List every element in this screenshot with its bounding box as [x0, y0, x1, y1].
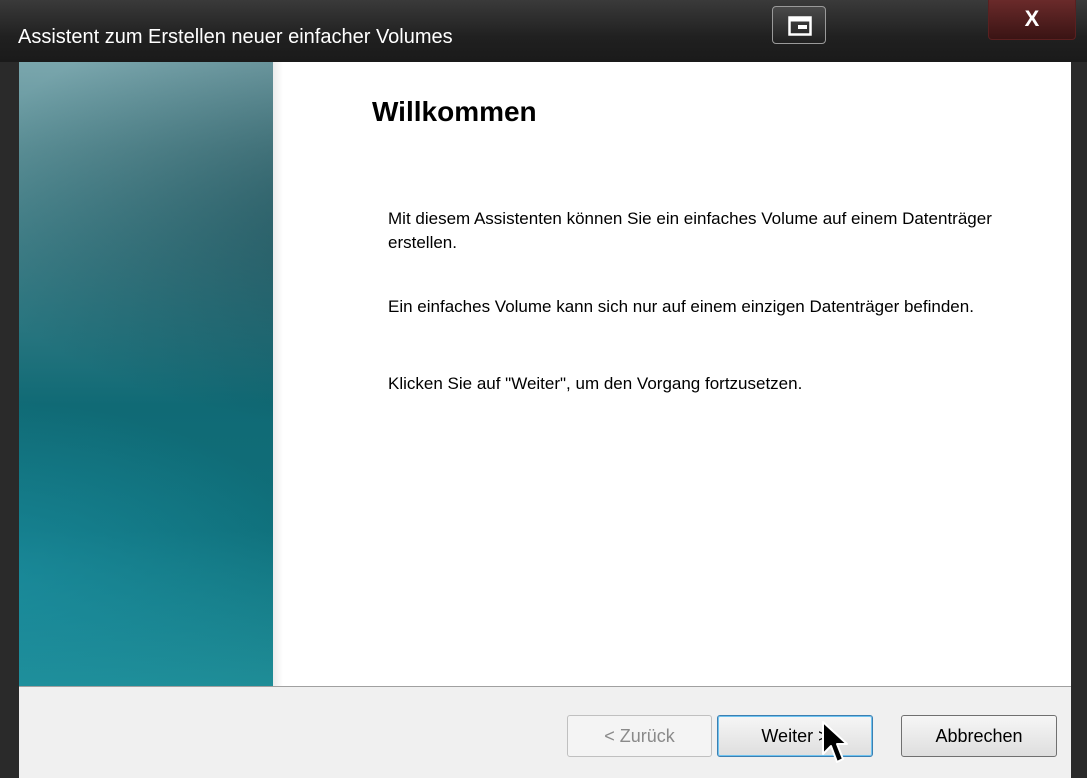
close-button[interactable]: X	[988, 0, 1076, 40]
continue-instruction: Klicken Sie auf "Weiter", um den Vorgang…	[388, 374, 803, 393]
mouse-pointer-icon	[822, 721, 848, 763]
wizard-content: Willkommen Mit diesem Assistenten können…	[19, 62, 1071, 778]
back-button[interactable]: < Zurück	[567, 715, 712, 757]
next-button[interactable]: Weiter >	[717, 715, 873, 757]
close-icon: X	[1024, 6, 1040, 31]
button-bar: < Zurück Weiter > Abbrechen	[19, 686, 1071, 778]
restore-button[interactable]	[772, 6, 826, 44]
page-title: Willkommen	[372, 96, 537, 127]
banner-divider	[273, 62, 283, 686]
volume-info-paragraph: Ein einfaches Volume kann sich nur auf e…	[388, 297, 974, 316]
intro-paragraph: Mit diesem Assistenten können Sie ein ei…	[388, 209, 992, 252]
title-bar[interactable]: Assistent zum Erstellen neuer einfacher …	[0, 0, 1087, 62]
restore-window-icon	[788, 16, 812, 36]
window-title: Assistent zum Erstellen neuer einfacher …	[18, 26, 453, 48]
wizard-side-banner	[19, 62, 273, 686]
wizard-window: Assistent zum Erstellen neuer einfacher …	[0, 0, 1087, 778]
cancel-button[interactable]: Abbrechen	[901, 715, 1057, 757]
